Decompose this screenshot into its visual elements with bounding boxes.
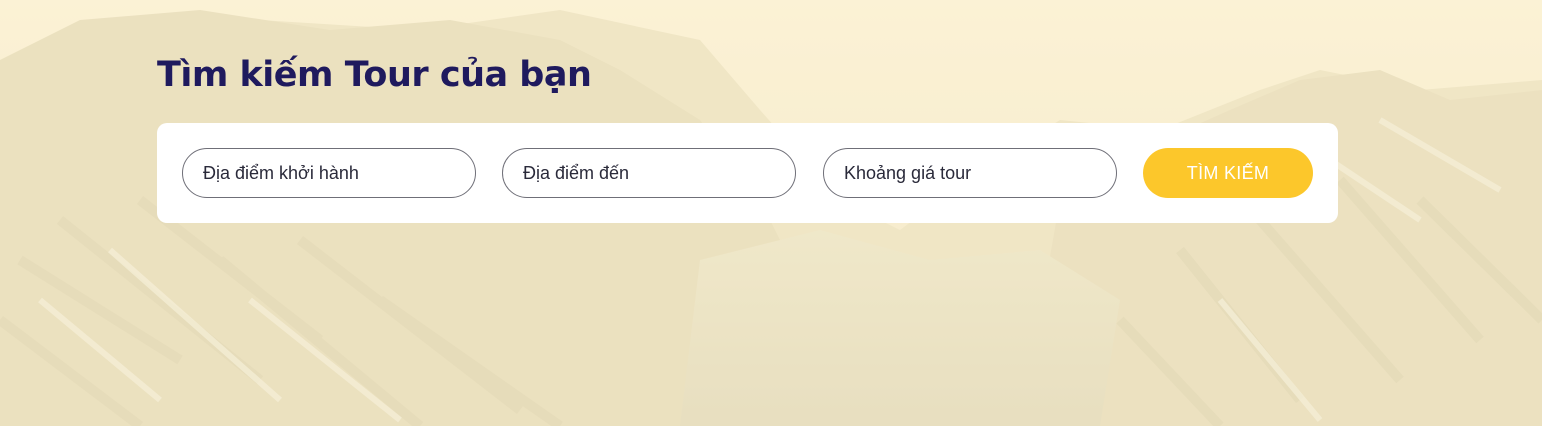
destination-location-input[interactable] (502, 148, 796, 198)
page-title: Tìm kiếm Tour của bạn (157, 55, 592, 95)
hero-section: Tìm kiếm Tour của bạn TÌM KIẾM (0, 0, 1542, 426)
tour-search-form: TÌM KIẾM (157, 123, 1338, 223)
search-button[interactable]: TÌM KIẾM (1143, 148, 1313, 198)
price-range-input[interactable] (823, 148, 1117, 198)
departure-location-input[interactable] (182, 148, 476, 198)
